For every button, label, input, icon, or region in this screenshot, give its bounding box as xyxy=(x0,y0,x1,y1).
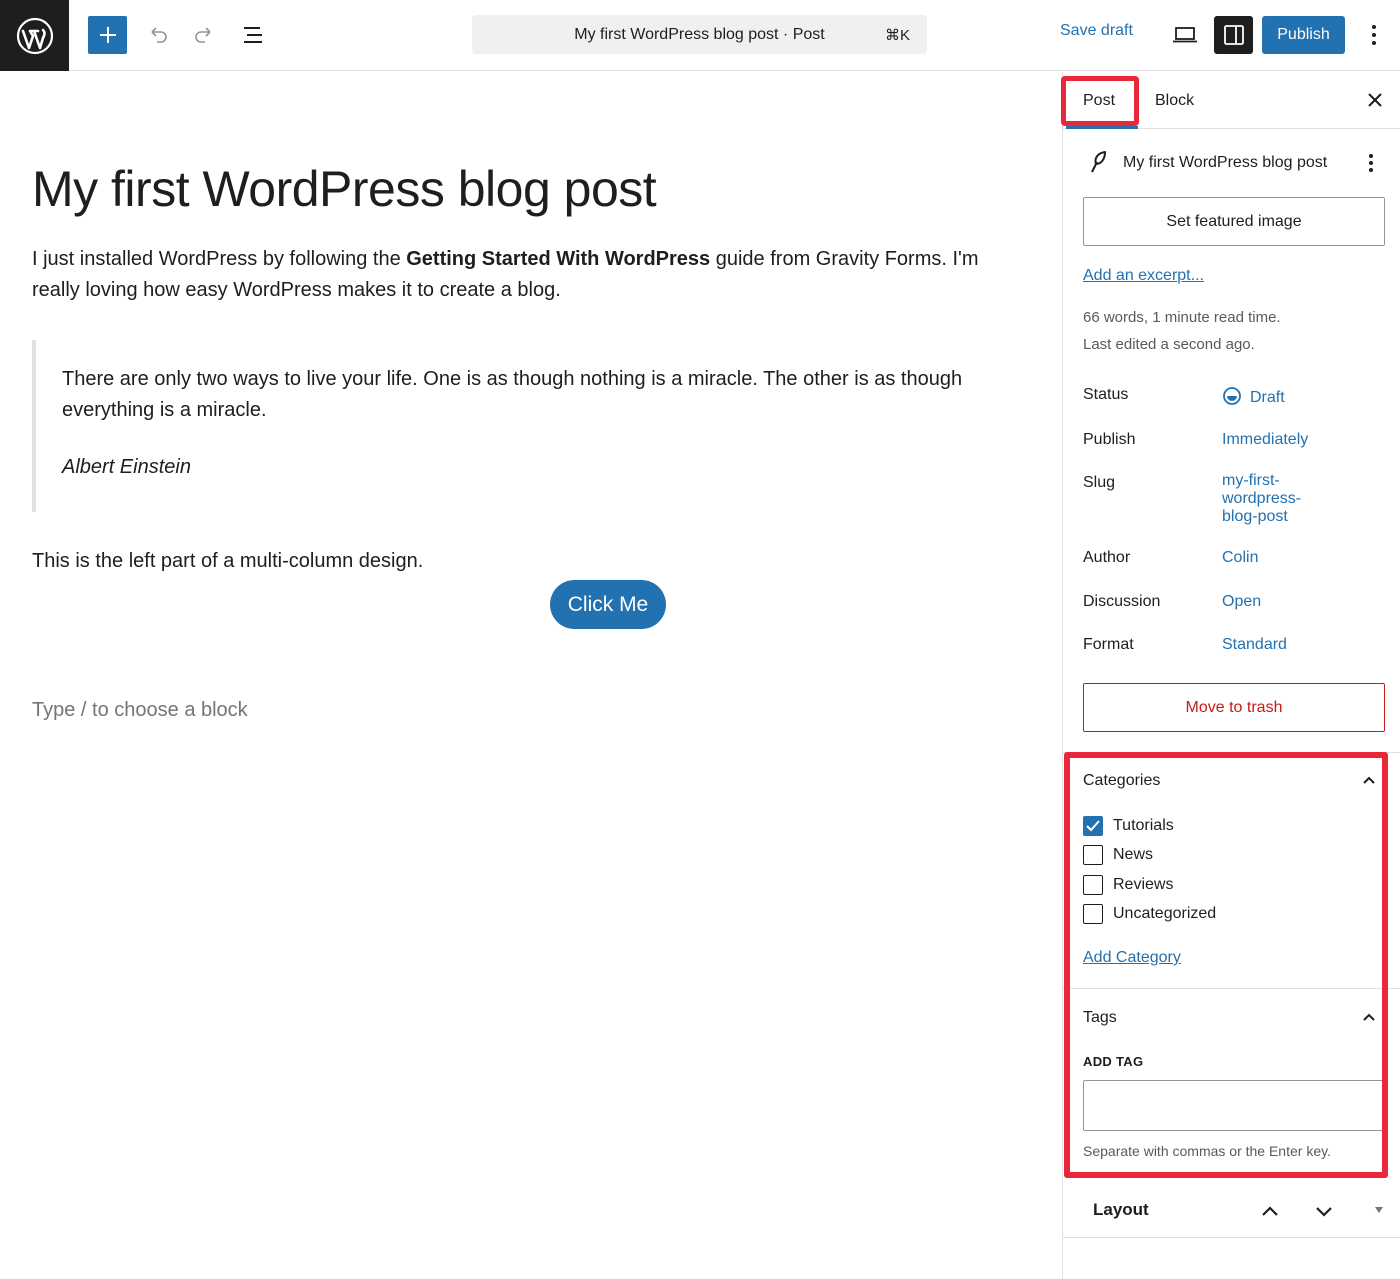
document-overview-button[interactable] xyxy=(236,18,270,52)
paragraph-bold-text: Getting Started With WordPress xyxy=(406,248,711,270)
author-value[interactable]: Colin xyxy=(1222,549,1258,567)
format-label: Format xyxy=(1083,636,1134,653)
settings-sidebar: Post Block My first WordPress blog post … xyxy=(1061,72,1400,1279)
tab-block[interactable]: Block xyxy=(1155,92,1194,110)
slug-value[interactable]: my-first-wordpress-blog-post xyxy=(1222,472,1301,526)
redo-button[interactable] xyxy=(188,18,222,52)
post-summary-title: My first WordPress blog post xyxy=(1123,154,1328,171)
wordpress-logo-icon xyxy=(16,17,53,54)
click-me-button[interactable]: Click Me xyxy=(550,580,666,629)
publish-date-value[interactable]: Immediately xyxy=(1222,431,1308,449)
block-placeholder[interactable]: Type / to choose a block xyxy=(32,699,248,722)
author-label: Author xyxy=(1083,549,1131,566)
format-value[interactable]: Standard xyxy=(1222,636,1287,654)
categories-tags-highlight xyxy=(1064,752,1388,1178)
quote-block[interactable]: There are only two ways to live your lif… xyxy=(32,340,1022,512)
status-value[interactable]: Draft xyxy=(1222,386,1285,407)
chevron-down-icon[interactable] xyxy=(1313,1200,1335,1222)
feather-icon xyxy=(1091,151,1106,173)
desktop-view-icon xyxy=(1173,27,1197,43)
options-button[interactable] xyxy=(1360,18,1388,52)
discussion-value[interactable]: Open xyxy=(1222,593,1261,611)
editor-canvas: My first WordPress blog post I just inst… xyxy=(0,72,1062,1279)
preview-button[interactable] xyxy=(1168,18,1202,52)
slug-label: Slug xyxy=(1083,474,1116,491)
divider xyxy=(1063,1237,1400,1238)
sidebar-tabs: Post Block xyxy=(1061,72,1400,129)
shortcut-hint: ⌘K xyxy=(884,27,910,44)
add-block-button[interactable] xyxy=(88,16,127,54)
slug-line: my-first- xyxy=(1222,472,1280,489)
redo-icon xyxy=(195,27,211,43)
caret-down-icon[interactable] xyxy=(1373,1204,1385,1216)
status-label: Status xyxy=(1083,386,1129,403)
quote-text[interactable]: There are only two ways to live your lif… xyxy=(62,364,1012,426)
status-value-text: Draft xyxy=(1250,389,1285,406)
close-sidebar-button[interactable] xyxy=(1363,88,1387,112)
more-vertical-icon xyxy=(1372,25,1376,45)
paragraph-block[interactable]: I just installed WordPress by following … xyxy=(32,244,1022,306)
settings-toggle-button[interactable] xyxy=(1214,16,1253,54)
publish-label: Publish xyxy=(1083,431,1136,448)
column-paragraph[interactable]: This is the left part of a multi-column … xyxy=(32,546,1022,577)
undo-icon xyxy=(151,27,167,43)
more-vertical-icon[interactable] xyxy=(1361,150,1381,176)
slug-line: blog-post xyxy=(1222,508,1288,525)
close-icon xyxy=(1368,93,1382,107)
quote-citation[interactable]: Albert Einstein xyxy=(62,456,191,479)
post-title[interactable]: My first WordPress blog post xyxy=(32,160,657,218)
last-edited-text: Last edited a second ago. xyxy=(1083,336,1255,353)
slug-line: wordpress- xyxy=(1222,490,1302,507)
sidebar-toggle-icon xyxy=(1223,25,1244,45)
publish-button[interactable]: Publish xyxy=(1262,16,1345,54)
save-draft-button[interactable]: Save draft xyxy=(1060,22,1133,40)
command-palette-bar[interactable]: My first WordPress blog post · Post ⌘K xyxy=(472,15,927,54)
undo-button[interactable] xyxy=(140,18,174,52)
layout-panel-title[interactable]: Layout xyxy=(1093,1200,1149,1220)
word-count-text: 66 words, 1 minute read time. xyxy=(1083,309,1281,326)
set-featured-image-button[interactable]: Set featured image xyxy=(1083,197,1385,246)
list-view-icon xyxy=(244,27,262,43)
active-tab-indicator xyxy=(1066,126,1138,129)
command-bar-title: My first WordPress blog post · Post xyxy=(574,25,825,43)
chevron-up-icon[interactable] xyxy=(1259,1200,1281,1222)
editor-toolbar: My first WordPress blog post · Post ⌘K S… xyxy=(0,0,1400,71)
add-excerpt-link[interactable]: Add an excerpt... xyxy=(1083,267,1204,285)
draft-status-icon xyxy=(1223,387,1241,405)
paragraph-text: I just installed WordPress by following … xyxy=(32,248,407,270)
move-to-trash-button[interactable]: Move to trash xyxy=(1083,683,1385,732)
discussion-label: Discussion xyxy=(1083,593,1161,610)
plus-icon xyxy=(99,27,116,43)
tab-post[interactable]: Post xyxy=(1083,92,1115,110)
wordpress-logo-button[interactable] xyxy=(0,0,69,71)
